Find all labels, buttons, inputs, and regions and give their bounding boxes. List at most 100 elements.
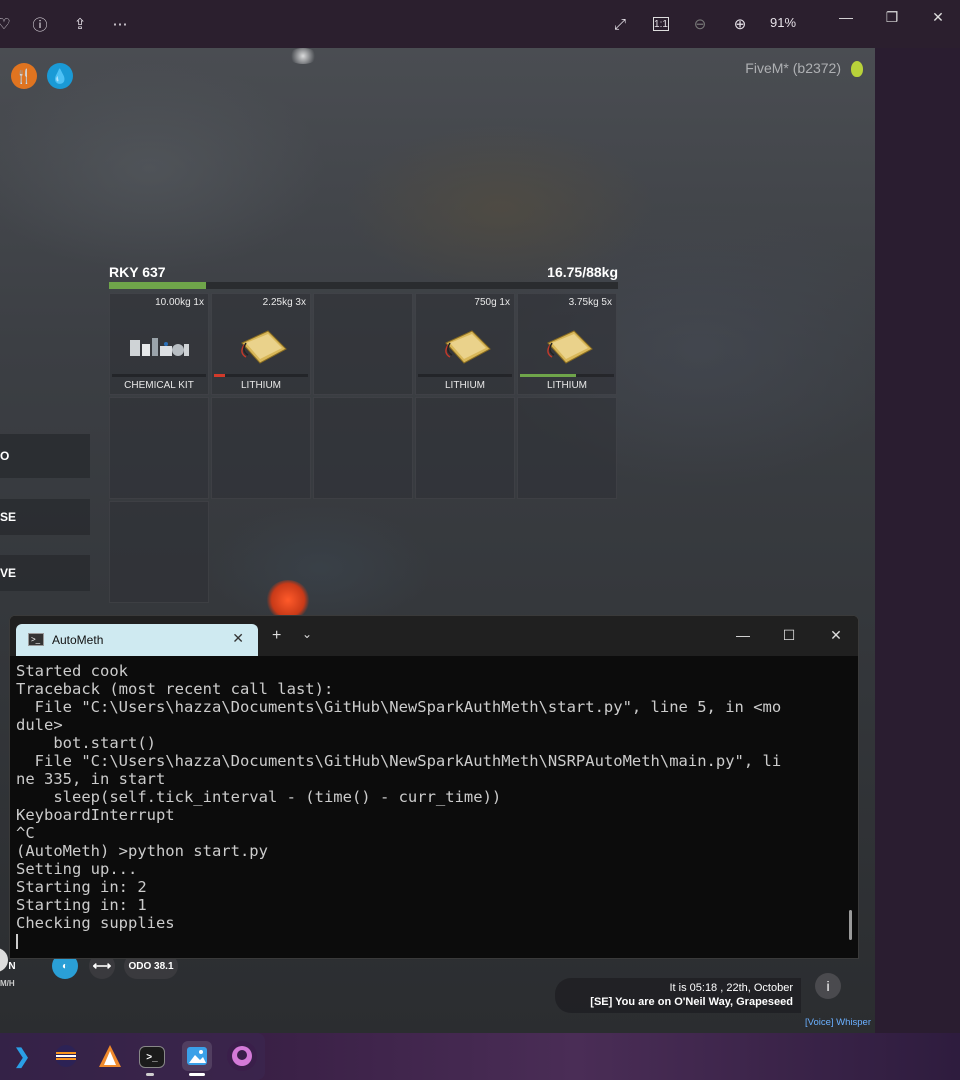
vscode-icon[interactable]: ❯ (7, 1041, 37, 1071)
github-icon[interactable] (227, 1041, 257, 1071)
photo-viewer-toolbar: ♡ ⓘ ⇪ ⋯ ⤢ 1:1 ⊖ ⊕ 91% — ❐ ✕ (0, 0, 960, 48)
minimize-icon[interactable]: — (826, 6, 866, 28)
text-cursor (16, 934, 18, 949)
fivem-build-label: FiveM* (b2372) (745, 60, 841, 76)
terminal-prompt[interactable] (16, 932, 838, 950)
terminal-line: Starting in: 1 (16, 896, 147, 914)
cmd-icon: >_ (28, 633, 44, 646)
terminal-scrollbar[interactable] (849, 910, 852, 940)
durability-bar (520, 374, 614, 377)
terminal-minimize-icon[interactable]: — (729, 624, 757, 646)
location-panel: It is 05:18 , 22th, October [SE] You are… (555, 978, 801, 1013)
terminal-line: Traceback (most recent call last): (16, 680, 334, 698)
app-icon[interactable] (95, 1041, 125, 1071)
inventory-slot[interactable]: 750g 1x LITHIUM (415, 293, 515, 395)
slot-item-label: CHEMICAL KIT (124, 380, 194, 391)
inventory-header: RKY 637 16.75/88kg (109, 264, 618, 280)
terminal-running-indicator (146, 1073, 154, 1076)
fivem-logo-icon (851, 61, 863, 77)
terminal-line: KeyboardInterrupt (16, 806, 175, 824)
light-glare (288, 48, 318, 64)
time-readout: It is 05:18 , 22th, October (669, 982, 793, 994)
hunger-icon: 🍴 (11, 63, 37, 89)
terminal-line: bot.start() (16, 734, 156, 752)
photos-active-indicator (189, 1073, 205, 1076)
inventory-slot-empty[interactable] (517, 397, 617, 499)
inventory-slot[interactable]: 3.75kg 5x LITHIUM (517, 293, 617, 395)
terminal-line: Started cook (16, 662, 128, 680)
terminal-icon[interactable]: >_ (139, 1046, 165, 1068)
terminal-close-icon[interactable]: ✕ (822, 624, 850, 646)
photos-icon[interactable] (182, 1041, 212, 1071)
inventory-slot-empty[interactable] (109, 397, 209, 499)
taskbar-app-group: ❯ >_ (0, 1033, 265, 1080)
inventory-slot[interactable]: 2.25kg 3x LITHIUM (211, 293, 311, 395)
lithium-battery-icon (241, 330, 287, 364)
inventory-slot-empty[interactable] (109, 501, 209, 603)
thirst-icon: 💧 (47, 63, 73, 89)
terminal-output[interactable]: Started cook Traceback (most recent call … (16, 662, 838, 950)
inventory-slot-empty[interactable] (313, 397, 413, 499)
info-icon[interactable]: ⓘ (28, 12, 52, 36)
terminal-line: ^C (16, 824, 35, 842)
slot-item-label: LITHIUM (241, 380, 281, 391)
inventory-slot-empty[interactable] (211, 397, 311, 499)
slot-weight-count: 10.00kg 1x (155, 297, 204, 308)
inventory-slot-empty[interactable] (313, 293, 413, 395)
new-tab-icon[interactable]: + (272, 627, 281, 645)
durability-fill (214, 374, 226, 377)
voice-mode: [Voice] Whisper (805, 1017, 871, 1028)
location-readout: [SE] You are on O'Neil Way, Grapeseed (590, 996, 793, 1008)
actual-size-icon[interactable]: 1:1 (653, 17, 669, 31)
terminal-line: sleep(self.tick_interval - (time() - cur… (16, 788, 502, 806)
taskbar: ❯ >_ (0, 1033, 960, 1080)
favorite-icon[interactable]: ♡ (0, 12, 16, 36)
terminal-line: dule> (16, 716, 63, 734)
chemical-kit-icon (130, 338, 189, 356)
lithium-battery-icon (547, 330, 593, 364)
info-icon: i (815, 973, 841, 999)
terminal-window: >_ AutoMeth ✕ + ⌄ — ☐ ✕ Started cook Trac… (9, 615, 859, 959)
terminal-line: Checking supplies (16, 914, 175, 932)
slot-weight-count: 750g 1x (474, 297, 510, 308)
share-icon[interactable]: ⇪ (68, 12, 92, 36)
tab-close-icon[interactable]: ✕ (232, 630, 244, 647)
terminal-maximize-icon[interactable]: ☐ (775, 624, 803, 646)
slot-weight-count: 3.75kg 5x (568, 297, 612, 308)
slot-item-label: LITHIUM (445, 380, 485, 391)
terminal-line: File "C:\Users\hazza\Documents\GitHub\Ne… (16, 698, 782, 716)
durability-fill (520, 374, 577, 377)
terminal-titlebar: >_ AutoMeth ✕ + ⌄ — ☐ ✕ (10, 616, 858, 656)
restore-icon[interactable]: ❐ (872, 6, 912, 28)
zoom-level[interactable]: 91% (770, 15, 796, 30)
inventory-slot[interactable]: 10.00kg 1x CHEMICAL KIT (109, 293, 209, 395)
slot-weight-count: 2.25kg 3x (262, 297, 306, 308)
fullscreen-icon[interactable]: ⤢ (608, 12, 632, 36)
terminal-line: File "C:\Users\hazza\Documents\GitHub\Ne… (16, 752, 782, 770)
zoom-out-icon[interactable]: ⊖ (688, 12, 712, 36)
side-menu-button-2[interactable]: SE (0, 499, 90, 535)
terminal-tab[interactable]: >_ AutoMeth ✕ (16, 624, 258, 656)
lithium-battery-icon (445, 330, 491, 364)
inventory-weight: 16.75/88kg (547, 264, 618, 280)
close-icon[interactable]: ✕ (918, 6, 958, 28)
side-menu-button-1[interactable]: O (0, 434, 90, 478)
weight-bar-fill (109, 282, 206, 289)
terminal-line: Starting in: 2 (16, 878, 147, 896)
weight-bar (109, 282, 618, 289)
eclipse-icon[interactable] (51, 1041, 81, 1071)
speed-unit: M/H (0, 979, 15, 988)
chevron-down-icon[interactable]: ⌄ (302, 627, 312, 641)
terminal-line: Setting up... (16, 860, 138, 878)
zoom-in-icon[interactable]: ⊕ (728, 12, 752, 36)
terminal-line: (AutoMeth) >python start.py (16, 842, 268, 860)
durability-bar (112, 374, 206, 377)
durability-bar (418, 374, 512, 377)
slot-item-label: LITHIUM (547, 380, 587, 391)
terminal-line: ne 335, in start (16, 770, 166, 788)
inventory-slot-empty[interactable] (415, 397, 515, 499)
vehicle-plate: RKY 637 (109, 264, 166, 280)
side-menu-button-3[interactable]: VE (0, 555, 90, 591)
orange-light (266, 580, 310, 620)
more-icon[interactable]: ⋯ (108, 12, 132, 36)
